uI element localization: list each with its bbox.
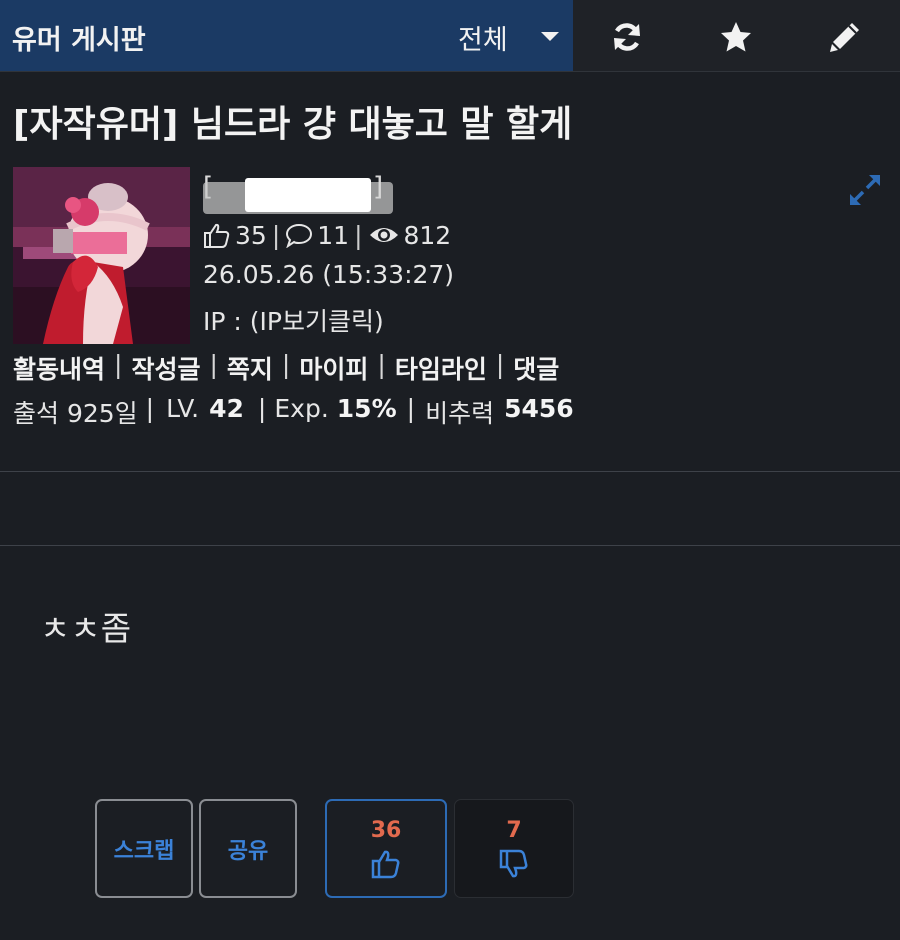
user-level-info: 출석 925일 | LV. 42 | Exp. 15% | 비추력 5456 [13,394,574,430]
separator: | [209,350,218,379]
share-label: 공유 [227,838,269,864]
scrap-label: 스크랩 [113,838,175,864]
level-value: 42 [209,394,244,423]
expand-icon[interactable] [850,175,880,205]
separator: | [114,350,123,379]
like-button[interactable]: 36 [325,799,447,898]
dislike-button-count: 7 [506,818,522,843]
nickname-bracket-close: ] [373,172,384,202]
attendance: 출석 925일 [13,399,138,428]
dislike-button[interactable]: 7 [454,799,574,898]
like-count: 35 [235,220,267,250]
scrap-button[interactable]: 스크랩 [95,799,193,898]
separator: | [257,394,267,423]
share-button[interactable]: 공유 [199,799,297,898]
nickname-redaction-box [245,178,371,212]
user-links: 활동내역 | 작성글 | 쪽지 | 마이피 | 타임라인 | 댓글 [13,350,559,386]
pencil-icon[interactable] [828,20,862,54]
link-activity[interactable]: 활동내역 [13,350,105,386]
comment-count: 11 [317,220,350,250]
refresh-icon[interactable] [610,20,644,54]
board-name[interactable]: 유머 게시판 [12,18,146,57]
exp-value: 15% [336,394,397,423]
eye-icon [369,228,398,242]
thumbs-up-icon [371,850,400,879]
link-timeline[interactable]: 타임라인 [395,350,487,386]
thumbs-up-icon [204,223,230,248]
separator: | [377,350,386,379]
filter-dropdown[interactable]: 전체 [458,18,508,57]
separator: | [271,220,281,250]
author-nickname[interactable]: [ ] [203,172,393,214]
divider [0,471,900,472]
separator: | [495,350,505,379]
post-body: ㅊㅊ좀 [40,609,132,648]
ip-link[interactable]: IP : (IP보기클릭) [203,302,384,338]
separator: | [145,394,155,423]
star-icon[interactable] [719,20,753,54]
like-button-count: 36 [370,818,402,843]
post-title: [자작유머] 님드라 걍 대놓고 말 할게 [13,104,573,145]
top-bar: 유머 게시판 전체 [0,0,900,72]
link-mypi[interactable]: 마이피 [299,350,368,386]
divider [0,545,900,546]
chevron-down-icon[interactable] [541,32,559,41]
comment-icon [286,223,313,248]
separator: | [281,350,291,379]
post-datetime: 26.05.26 (15:33:27) [203,260,455,289]
thumbs-down-icon [499,849,528,878]
link-comments[interactable]: 댓글 [513,350,559,386]
board-tab[interactable]: 유머 게시판 전체 [0,0,573,71]
link-message[interactable]: 쪽지 [227,350,273,386]
avatar[interactable] [13,167,190,344]
exp-label: Exp. [274,394,329,423]
ratio-label: 비추력 [425,399,495,428]
avatar-image [13,167,190,344]
separator: | [406,394,416,423]
separator: | [354,220,363,250]
ratio-value: 5456 [504,394,574,423]
post-stats: 35 | 11 | 812 [203,218,451,252]
level-label: LV. [166,394,200,423]
view-count: 812 [403,220,452,250]
link-posts[interactable]: 작성글 [131,350,200,386]
